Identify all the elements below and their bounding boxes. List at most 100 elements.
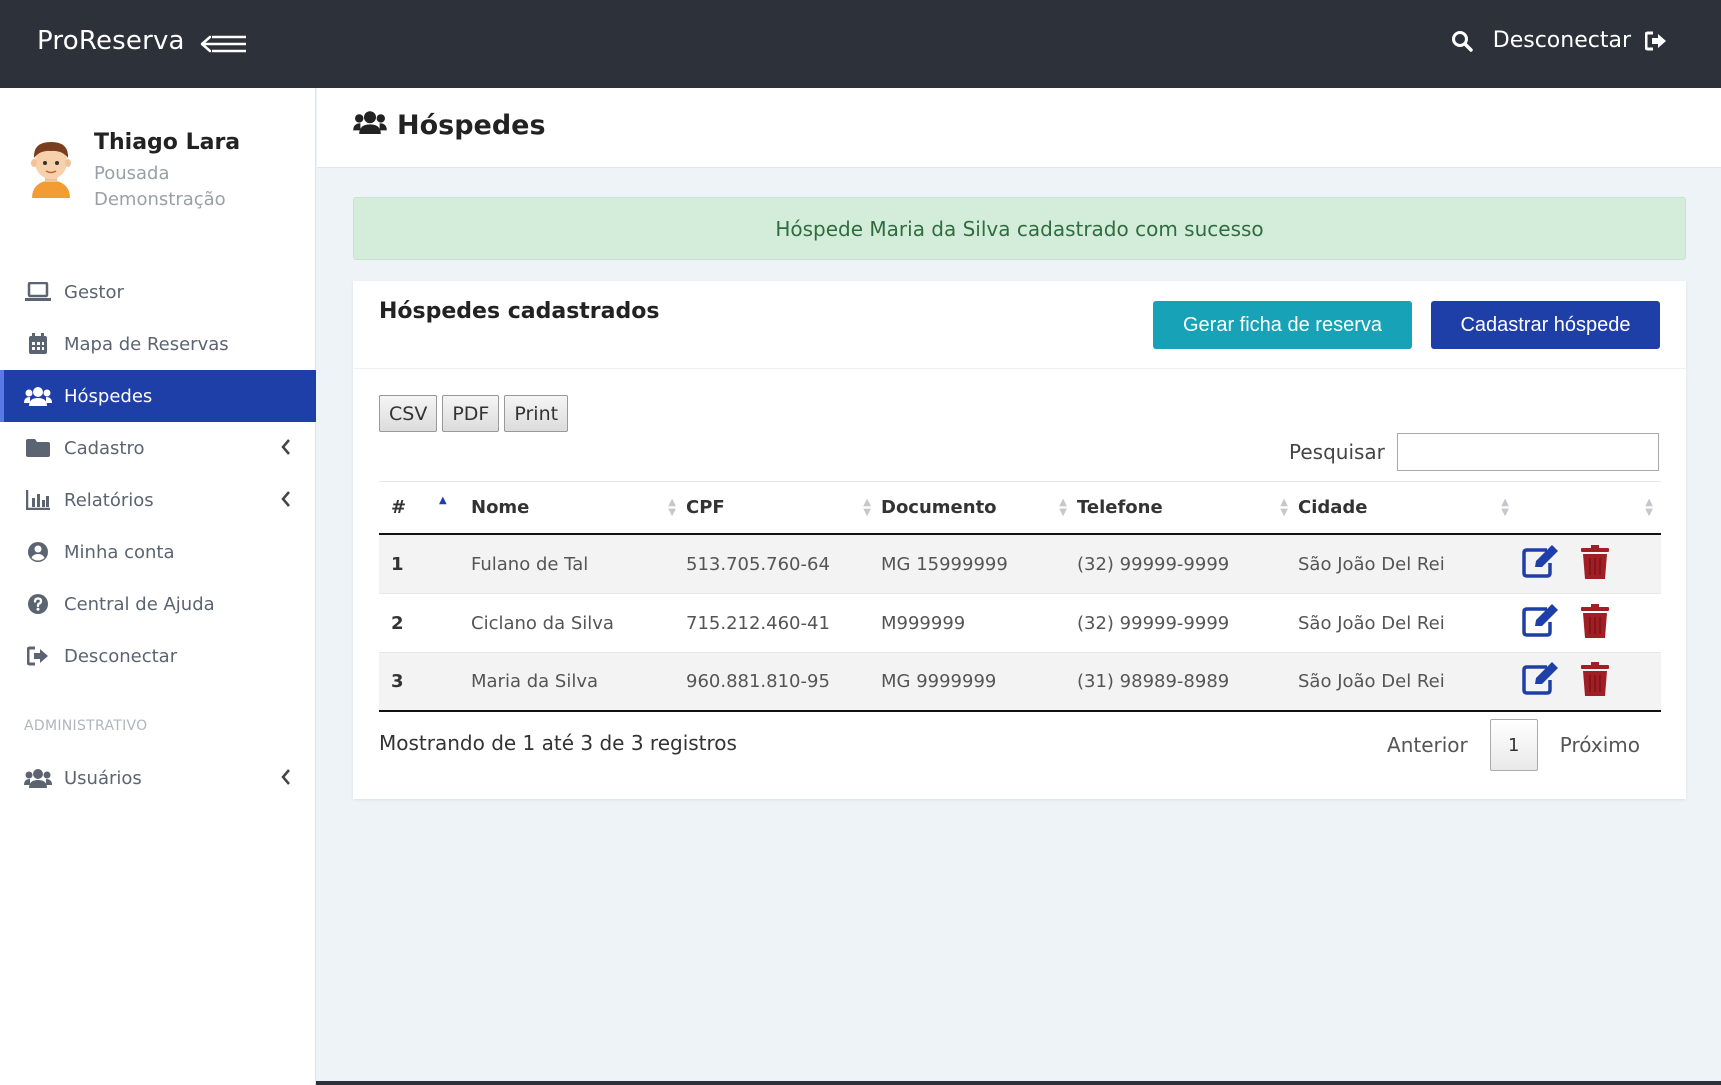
user-name: Thiago Lara xyxy=(94,130,241,155)
sidebar-item-mapa-reservas[interactable]: Mapa de Reservas xyxy=(0,318,316,370)
sidebar: Thiago Lara Pousada Demonstração Gestor … xyxy=(0,88,316,1085)
question-circle-icon xyxy=(24,593,52,615)
sidebar-item-minha-conta[interactable]: Minha conta xyxy=(0,526,316,578)
cell-documento: MG 15999999 xyxy=(881,553,1008,575)
page-header: Hóspedes xyxy=(317,88,1721,168)
sign-out-icon xyxy=(24,645,52,667)
column-header-telefone[interactable]: Telefone ▲ ▼ xyxy=(1075,482,1296,533)
cell-cpf: 513.705.760-64 xyxy=(686,553,830,575)
column-header-cidade[interactable]: Cidade ▲ ▼ xyxy=(1296,482,1517,533)
users-icon xyxy=(24,385,52,407)
cell-id: 3 xyxy=(391,671,404,692)
table-row: 1 Fulano de Tal 513.705.760-64 MG 159999… xyxy=(379,535,1661,594)
sidebar-item-gestor[interactable]: Gestor xyxy=(0,266,316,318)
column-header-cpf[interactable]: CPF ▲ ▼ xyxy=(684,482,879,533)
user-circle-icon xyxy=(24,541,52,563)
cell-cidade: São João Del Rei xyxy=(1298,612,1445,634)
sidebar-section-administrativo: ADMINISTRATIVO xyxy=(24,718,148,734)
generate-booking-form-button[interactable]: Gerar ficha de reserva xyxy=(1153,301,1412,349)
page-title: Hóspedes xyxy=(353,110,546,141)
sidebar-item-cadastro[interactable]: Cadastro xyxy=(0,422,316,474)
sidebar-item-usuarios[interactable]: Usuários xyxy=(0,752,316,804)
page-title-text: Hóspedes xyxy=(397,110,546,141)
sort-icon: ▲ ▼ xyxy=(1501,497,1509,518)
cell-telefone: (32) 99999-9999 xyxy=(1077,553,1230,575)
sidebar-item-label: Cadastro xyxy=(64,437,145,459)
cell-documento: MG 9999999 xyxy=(881,671,997,692)
search-input[interactable] xyxy=(1396,433,1659,471)
sidebar-nav: Gestor Mapa de Reservas Hóspedes Cadastr… xyxy=(0,266,316,804)
table-info: Mostrando de 1 até 3 de 3 registros xyxy=(379,731,737,755)
sidebar-item-relatorios[interactable]: Relatórios xyxy=(0,474,316,526)
search-label: Pesquisar xyxy=(1289,440,1385,464)
cell-documento: M999999 xyxy=(881,612,966,634)
cell-telefone: (32) 99999-9999 xyxy=(1077,612,1230,634)
sidebar-item-label: Gestor xyxy=(64,281,124,303)
column-header-documento[interactable]: Documento ▲ ▼ xyxy=(879,482,1075,533)
table-search: Pesquisar xyxy=(1289,433,1659,471)
sidebar-item-label: Hóspedes xyxy=(64,385,153,407)
laptop-icon xyxy=(24,281,52,303)
delete-icon[interactable] xyxy=(1581,662,1609,701)
cell-cpf: 960.881.810-95 xyxy=(686,671,830,692)
sign-out-icon[interactable] xyxy=(1645,31,1667,51)
pdf-export-button[interactable]: PDF xyxy=(442,395,500,432)
top-right-actions: Desconectar xyxy=(1451,28,1667,53)
users-icon xyxy=(353,110,387,141)
sidebar-item-label: Desconectar xyxy=(64,645,178,667)
sidebar-item-hospedes[interactable]: Hóspedes xyxy=(0,370,316,422)
brand-logo[interactable]: ProReserva xyxy=(37,26,185,56)
column-header-id[interactable]: # ▲ xyxy=(379,482,469,533)
logout-link[interactable]: Desconectar xyxy=(1493,28,1631,53)
pagination-previous[interactable]: Anterior xyxy=(1387,733,1468,757)
cell-nome: Maria da Silva xyxy=(471,671,599,692)
register-guest-button[interactable]: Cadastrar hóspede xyxy=(1431,301,1660,349)
pagination-page-1[interactable]: 1 xyxy=(1489,719,1538,771)
table-header: # ▲ Nome ▲ ▼ CPF ▲ ▼ Documento ▲ ▼ Telefone… xyxy=(379,481,1661,535)
search-icon[interactable] xyxy=(1451,30,1473,52)
table-row: 2 Ciclano da Silva 715.212.460-41 M99999… xyxy=(379,594,1661,653)
cell-nome: Fulano de Tal xyxy=(471,553,589,575)
csv-export-button[interactable]: CSV xyxy=(379,395,438,432)
column-header-nome[interactable]: Nome ▲ ▼ xyxy=(469,482,684,533)
chevron-left-icon[interactable] xyxy=(280,490,292,513)
sort-icon: ▲ ▼ xyxy=(1645,497,1653,518)
folder-icon xyxy=(24,437,52,459)
sidebar-item-central-ajuda[interactable]: Central de Ajuda xyxy=(0,578,316,630)
pagination-next[interactable]: Próximo xyxy=(1560,733,1640,757)
sort-icon: ▲ ▼ xyxy=(668,497,676,518)
sidebar-item-label: Minha conta xyxy=(64,541,175,563)
row-actions xyxy=(1517,594,1661,652)
edit-icon[interactable] xyxy=(1521,603,1559,643)
delete-icon[interactable] xyxy=(1581,544,1609,584)
chevron-left-icon[interactable] xyxy=(280,768,292,791)
guests-card: Hóspedes cadastrados Gerar ficha de rese… xyxy=(353,281,1686,799)
row-actions xyxy=(1517,535,1661,593)
users-icon xyxy=(24,767,52,789)
edit-icon[interactable] xyxy=(1521,662,1559,701)
top-navbar: ProReserva Desconectar xyxy=(0,0,1721,88)
sort-icon: ▲ ▼ xyxy=(1280,497,1288,518)
delete-icon[interactable] xyxy=(1581,603,1609,643)
column-header-actions[interactable]: ▲ ▼ xyxy=(1517,482,1661,533)
chevron-left-icon[interactable] xyxy=(280,438,292,461)
cell-cidade: São João Del Rei xyxy=(1298,553,1445,575)
sidebar-item-label: Central de Ajuda xyxy=(64,593,215,615)
row-actions xyxy=(1517,653,1661,710)
cell-cidade: São João Del Rei xyxy=(1298,671,1445,692)
print-button[interactable]: Print xyxy=(504,395,569,432)
table-row: 3 Maria da Silva 960.881.810-95 MG 99999… xyxy=(379,653,1661,712)
sort-icon: ▲ ▼ xyxy=(863,497,871,518)
user-property: Pousada Demonstração xyxy=(94,163,226,210)
cell-id: 2 xyxy=(391,612,404,634)
bar-chart-icon xyxy=(24,489,52,511)
card-title: Hóspedes cadastrados xyxy=(379,299,660,324)
edit-icon[interactable] xyxy=(1521,544,1559,584)
sidebar-item-label: Usuários xyxy=(64,767,142,789)
calendar-icon xyxy=(24,333,52,355)
sidebar-item-label: Relatórios xyxy=(64,489,154,511)
menu-toggle-icon[interactable] xyxy=(200,32,248,56)
user-profile: Thiago Lara Pousada Demonstração xyxy=(24,128,244,213)
sidebar-item-desconectar[interactable]: Desconectar xyxy=(0,630,316,682)
table-body: 1 Fulano de Tal 513.705.760-64 MG 159999… xyxy=(379,535,1661,712)
